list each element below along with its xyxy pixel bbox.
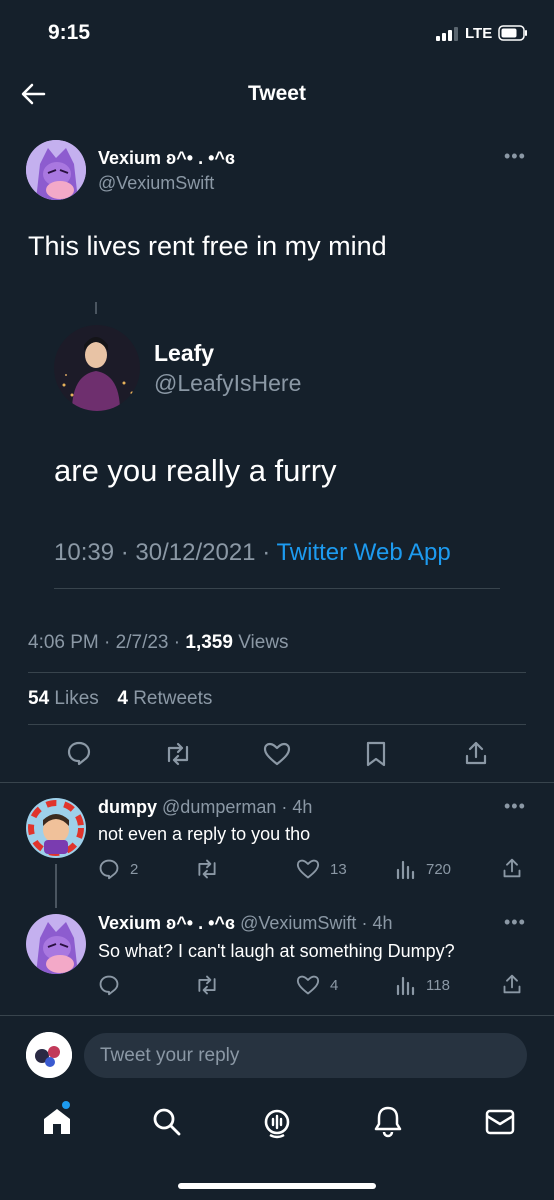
author-name[interactable]: Vexium ʚ^• . •^ɞ xyxy=(98,148,235,169)
divider xyxy=(28,724,526,725)
quoted-author-avatar[interactable] xyxy=(54,325,140,411)
views-label: Views xyxy=(238,632,289,653)
reply-time: 4h xyxy=(292,797,313,817)
reply-author-name[interactable]: Vexium ʚ^• . •^ɞ xyxy=(98,913,235,933)
quoted-meta: 10:39 · 30/12/2021 · Twitter Web App xyxy=(54,539,451,566)
spaces-icon[interactable] xyxy=(260,1105,294,1139)
reply-text: not even a reply to you tho xyxy=(98,824,311,844)
divider xyxy=(54,588,500,589)
home-icon[interactable] xyxy=(40,1104,74,1138)
share-icon[interactable] xyxy=(464,739,488,767)
quoted-author-handle[interactable]: @LeafyIsHere xyxy=(154,370,301,397)
share-icon xyxy=(503,974,521,994)
author-handle[interactable]: @VexiumSwift xyxy=(98,173,214,194)
reply-author-handle[interactable]: @VexiumSwift xyxy=(240,913,356,933)
views-count[interactable]: 1,359 xyxy=(185,632,233,653)
views-icon xyxy=(396,976,415,996)
divider xyxy=(0,1015,554,1016)
tweet-time: 4:06 PM xyxy=(28,632,99,653)
signal-icon xyxy=(436,27,458,41)
like-icon xyxy=(296,975,320,995)
reply-input[interactable]: Tweet your reply xyxy=(84,1033,527,1078)
like-icon xyxy=(296,859,320,879)
reply-icon xyxy=(99,975,119,996)
like-icon[interactable] xyxy=(263,741,291,767)
bookmark-icon[interactable] xyxy=(365,740,387,768)
divider xyxy=(0,782,554,783)
network-label: LTE xyxy=(465,25,493,42)
likes-count[interactable]: 54 xyxy=(28,688,49,709)
like-button[interactable]: 4 xyxy=(296,974,338,996)
battery-icon xyxy=(498,25,528,41)
reply-icon xyxy=(99,859,119,880)
page-title: Tweet xyxy=(248,82,306,105)
reply-time: 4h xyxy=(372,913,393,933)
quoted-time: 10:39 xyxy=(54,539,115,566)
user-avatar[interactable] xyxy=(26,1032,72,1078)
messages-icon[interactable] xyxy=(484,1108,516,1136)
retweet-icon[interactable] xyxy=(163,741,193,767)
share-button[interactable] xyxy=(502,972,522,996)
share-icon xyxy=(503,858,521,878)
more-icon[interactable]: ••• xyxy=(504,796,526,817)
views-count: 118 xyxy=(426,976,450,994)
status-time: 9:15 xyxy=(48,21,91,44)
thread-line xyxy=(55,864,57,908)
more-icon[interactable]: ••• xyxy=(504,146,526,167)
share-button[interactable] xyxy=(502,856,522,880)
reply-author-name[interactable]: dumpy xyxy=(98,797,157,817)
retweet-button[interactable] xyxy=(194,858,220,880)
reply-input-placeholder: Tweet your reply xyxy=(100,1045,240,1066)
status-bar: 9:15 LTE xyxy=(0,0,554,64)
more-icon[interactable]: ••• xyxy=(504,912,526,933)
tweet-date: 2/7/23 xyxy=(115,632,169,653)
reply-button[interactable]: 2 xyxy=(98,858,138,880)
tweet-meta: 4:06 PM · 2/7/23 · 1,359 Views xyxy=(28,632,289,653)
reply-count: 2 xyxy=(130,860,139,878)
reply-icon[interactable] xyxy=(66,740,92,766)
retweet-icon xyxy=(198,859,216,879)
retweets-count[interactable]: 4 xyxy=(117,688,128,709)
views-count: 720 xyxy=(426,860,452,878)
like-count: 4 xyxy=(330,976,339,994)
search-icon[interactable] xyxy=(151,1106,183,1138)
retweet-button[interactable] xyxy=(194,974,220,996)
reply-text: So what? I can't laugh at something Dump… xyxy=(98,941,455,961)
quoted-text: are you really a furry xyxy=(54,453,337,488)
reply-header: Vexium ʚ^• . •^ɞ @VexiumSwift · 4h xyxy=(98,913,393,933)
reply-header: dumpy @dumperman · 4h xyxy=(98,797,313,817)
notifications-icon[interactable] xyxy=(373,1104,403,1138)
likes-label[interactable]: Likes xyxy=(54,688,98,709)
reply-button[interactable] xyxy=(98,974,120,996)
reply-avatar[interactable] xyxy=(26,798,86,858)
like-count: 13 xyxy=(330,860,347,878)
divider xyxy=(28,672,526,673)
tweet-text: This lives rent free in my mind xyxy=(28,231,387,261)
views-button[interactable]: 118 xyxy=(396,974,450,996)
retweets-label[interactable]: Retweets xyxy=(133,688,212,709)
quoted-author-name[interactable]: Leafy xyxy=(154,340,214,367)
like-button[interactable]: 13 xyxy=(296,858,347,880)
home-indicator xyxy=(178,1183,376,1189)
quote-thread-line xyxy=(95,302,97,314)
quoted-source[interactable]: Twitter Web App xyxy=(276,539,450,566)
reply-avatar[interactable] xyxy=(26,914,86,974)
retweet-icon xyxy=(198,975,216,995)
notification-dot xyxy=(62,1101,70,1109)
engagement-stats: 54 Likes 4 Retweets xyxy=(28,688,212,710)
reply-author-handle[interactable]: @dumperman xyxy=(162,797,276,817)
author-avatar[interactable] xyxy=(26,140,86,200)
views-icon xyxy=(396,860,415,880)
views-button[interactable]: 720 xyxy=(396,858,451,880)
quoted-date: 30/12/2021 xyxy=(135,539,256,566)
